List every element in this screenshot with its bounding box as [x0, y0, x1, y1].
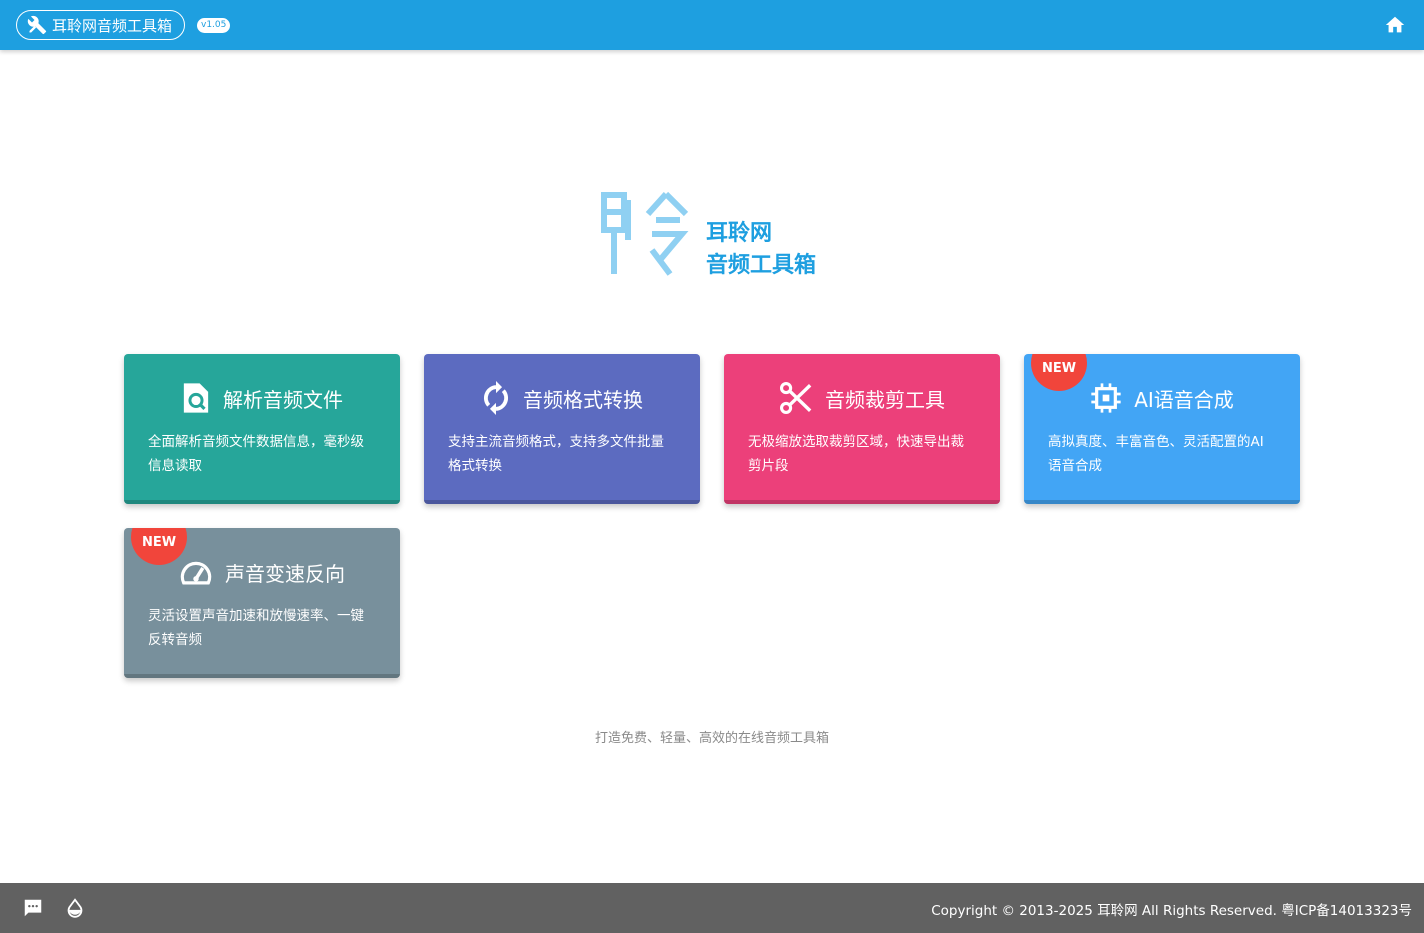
home-icon[interactable] [1384, 14, 1406, 36]
card-shadow-edge [124, 674, 400, 678]
speedometer-icon [180, 561, 212, 585]
footer-bar: Copyright © 2013-2025 耳聆网 All Rights Res… [0, 883, 1424, 933]
card-title: 解析音频文件 [223, 387, 343, 412]
logo-text: 耳聆网 音频工具箱 [706, 218, 816, 282]
drop-icon[interactable] [64, 897, 86, 919]
card-format-convert[interactable]: 音频格式转换 支持主流音频格式，支持多文件批量格式转换 [424, 354, 700, 504]
card-description: 支持主流音频格式，支持多文件批量格式转换 [448, 434, 664, 474]
card-speed-reverse[interactable]: NEW 声音变速反向 灵活设置声音加速和放慢速率、一键反转音频 [124, 528, 400, 678]
card-head: 解析音频文件 [124, 378, 400, 418]
card-shadow-edge [124, 500, 400, 504]
card-title: 声音变速反向 [225, 561, 345, 586]
card-description: 灵活设置声音加速和放慢速率、一键反转音频 [148, 608, 364, 648]
card-description: 全面解析音频文件数据信息，毫秒级信息读取 [148, 434, 364, 474]
card-audio-cut[interactable]: 音频裁剪工具 无极缩放选取裁剪区域，快速导出裁剪片段 [724, 354, 1000, 504]
card-title: 音频裁剪工具 [825, 387, 945, 412]
card-head: AI语音合成 [1024, 378, 1300, 418]
card-head: 声音变速反向 [124, 552, 400, 592]
top-bar: 耳聆网音频工具箱 v1.05 [0, 0, 1424, 50]
card-title: AI语音合成 [1134, 387, 1234, 412]
card-ai-tts[interactable]: NEW AI语音合成 高拟真度、丰富音色、灵活配置的AI语音合成 [1024, 354, 1300, 504]
card-parse-audio[interactable]: 解析音频文件 全面解析音频文件数据信息，毫秒级信息读取 [124, 354, 400, 504]
card-head: 音频格式转换 [424, 378, 700, 418]
card-shadow-edge [1024, 500, 1300, 504]
version-badge: v1.05 [197, 18, 231, 33]
chat-icon[interactable] [22, 897, 44, 919]
card-description: 高拟真度、丰富音色、灵活配置的AI语音合成 [1048, 434, 1264, 474]
logo-line-2: 音频工具箱 [706, 253, 817, 278]
card-shadow-edge [724, 500, 1000, 504]
tools-icon [27, 15, 47, 35]
copyright-text: Copyright © 2013-2025 耳聆网 All Rights Res… [931, 903, 1412, 919]
card-title: 音频格式转换 [523, 387, 643, 412]
sync-icon [483, 381, 509, 415]
card-head: 音频裁剪工具 [724, 378, 1000, 418]
card-shadow-edge [424, 500, 700, 504]
scissors-icon [779, 381, 812, 415]
logo-mark [601, 191, 689, 276]
file-search-icon [183, 383, 209, 413]
tagline: 打造免费、轻量、高效的在线音频工具箱 [594, 731, 829, 746]
brand-label: 耳聆网音频工具箱 [52, 16, 173, 35]
brand-button[interactable]: 耳聆网音频工具箱 [16, 10, 186, 40]
site-logo: 耳聆网 音频工具箱 [600, 190, 840, 280]
chip-icon [1091, 383, 1121, 413]
logo-line-1: 耳聆网 [706, 221, 773, 246]
card-description: 无极缩放选取裁剪区域，快速导出裁剪片段 [748, 434, 964, 474]
